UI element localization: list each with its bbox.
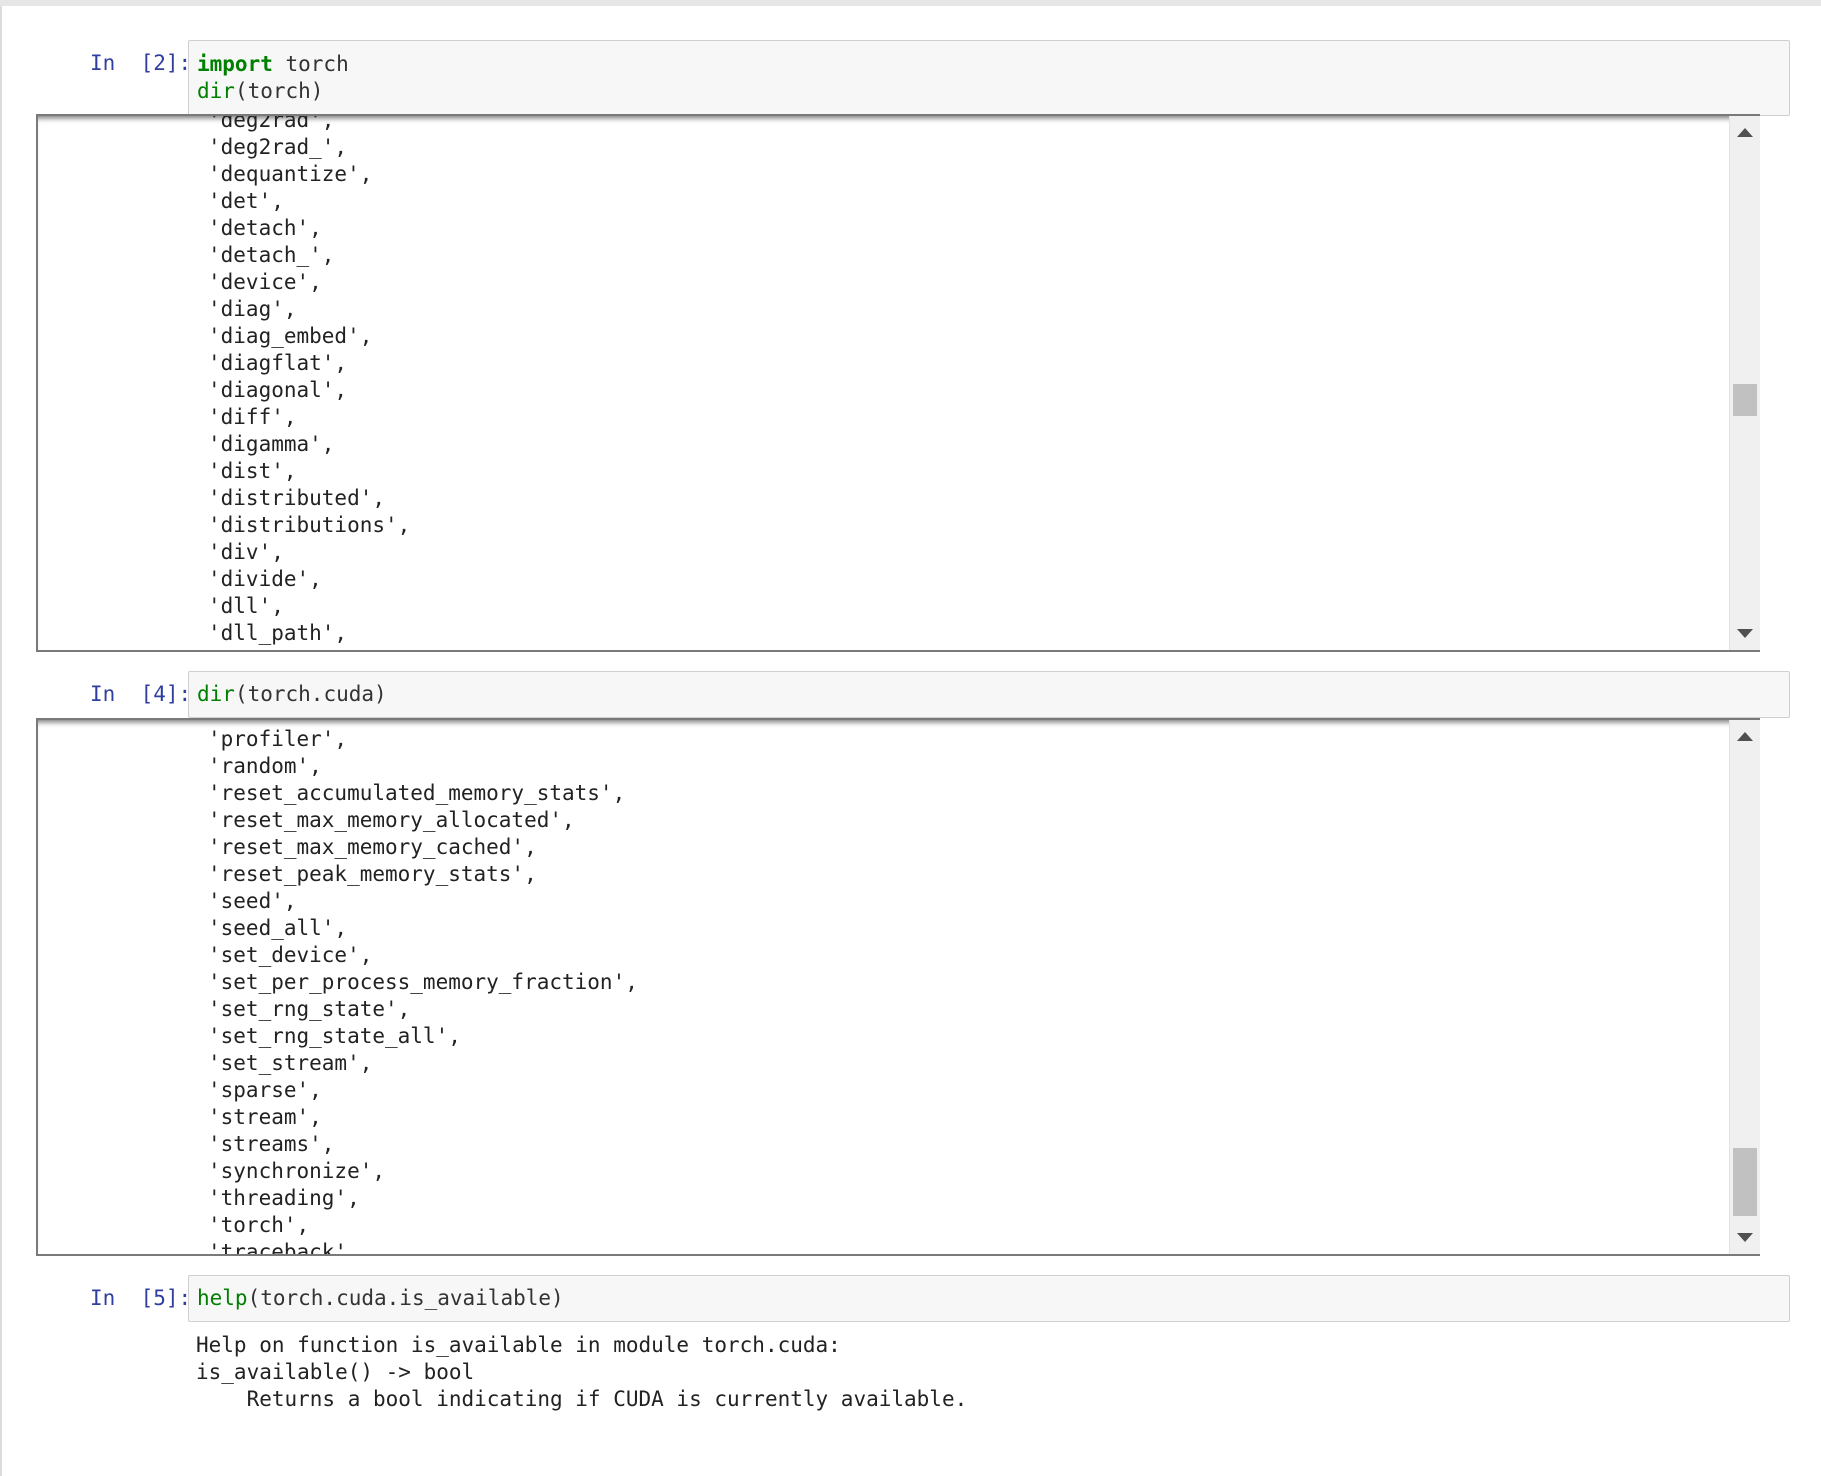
output-line: 'streams',: [208, 1132, 335, 1156]
code-input[interactable]: dir(torch.cuda): [188, 671, 1790, 718]
input-prompt: In [2]:: [90, 51, 192, 75]
output-line: 'stream',: [208, 1105, 322, 1129]
output-line: 'divide',: [208, 567, 322, 591]
vertical-scrollbar[interactable]: [1729, 720, 1760, 1254]
output-line: 'set_per_process_memory_fraction',: [208, 970, 638, 994]
output-line: 'deg2rad_',: [208, 135, 348, 159]
code-line: dir(torch): [197, 78, 1781, 105]
output-line: 'torch',: [208, 1213, 310, 1237]
output-line: 'reset_accumulated_memory_stats',: [208, 781, 626, 805]
output-scroll-area[interactable]: 'profiler', 'random', 'reset_accumulated_m…: [36, 718, 1760, 1256]
output-scroll-area[interactable]: 'deg2rad', 'deg2rad_', 'dequantize', 'det',…: [36, 114, 1760, 652]
output-line: 'diag_embed',: [208, 324, 373, 348]
output-line: 'random',: [208, 754, 322, 778]
code-token: torch: [272, 52, 349, 76]
output-list: 'deg2rad', 'deg2rad_', 'dequantize', 'det',…: [208, 114, 411, 647]
scrollbar-thumb[interactable]: [1733, 1148, 1757, 1216]
output-line: 'distributions',: [208, 513, 411, 537]
input-prompt: In [4]:: [90, 682, 192, 706]
code-input[interactable]: import torch dir(torch): [188, 40, 1790, 116]
output-line: 'distributed',: [208, 486, 386, 510]
scroll-down-arrow-icon[interactable]: [1737, 629, 1753, 638]
output-line: 'reset_peak_memory_stats',: [208, 862, 537, 886]
output-line: 'detach_',: [208, 243, 335, 267]
output-line: 'dequantize',: [208, 162, 373, 186]
output-line: 'digamma',: [208, 432, 335, 456]
output-line: 'threading',: [208, 1186, 360, 1210]
notebook-top-border: [0, 0, 1821, 6]
output-list: 'profiler', 'random', 'reset_accumulated_m…: [208, 726, 638, 1256]
output-line: 'set_device',: [208, 943, 373, 967]
output-line: 'dist',: [208, 459, 297, 483]
output-line: 'set_rng_state_all',: [208, 1024, 461, 1048]
output-line: 'set_rng_state',: [208, 997, 411, 1021]
vertical-scrollbar[interactable]: [1729, 116, 1760, 650]
code-line: help(torch.cuda.is_available): [197, 1285, 1781, 1312]
keyword-token: import: [197, 52, 273, 76]
scroll-down-arrow-icon[interactable]: [1737, 1233, 1753, 1242]
output-line: 'dll_path',: [208, 621, 348, 645]
output-line: 'seed',: [208, 889, 297, 913]
notebook-left-border: [0, 6, 2, 1476]
code-line: dir(torch.cuda): [197, 681, 1781, 708]
output-line: 'synchronize',: [208, 1159, 386, 1183]
output-line: 'reset_max_memory_cached',: [208, 835, 537, 859]
output-line: 'dll',: [208, 594, 284, 618]
output-line: 'traceback',: [208, 1240, 360, 1256]
code-line: import torch: [197, 51, 1781, 78]
output-line: 'det',: [208, 189, 284, 213]
builtin-token: help: [197, 1286, 248, 1310]
output-line: Returns a bool indicating if CUDA is cur…: [196, 1387, 968, 1411]
output-line: 'seed_all',: [208, 916, 348, 940]
output-line: 'diff',: [208, 405, 297, 429]
output-line: 'device',: [208, 270, 322, 294]
output-line: 'profiler',: [208, 727, 348, 751]
output-line: 'diag',: [208, 297, 297, 321]
builtin-token: dir: [197, 79, 235, 103]
output-line: 'set_stream',: [208, 1051, 373, 1075]
output-line: 'div',: [208, 540, 284, 564]
output-line: 'diagonal',: [208, 378, 348, 402]
output-line: 'detach',: [208, 216, 322, 240]
output-line: Help on function is_available in module …: [196, 1333, 841, 1357]
code-token: (torch.cuda): [234, 682, 387, 706]
output-line: is_available() -> bool: [196, 1360, 475, 1384]
output-line: 'sparse',: [208, 1078, 322, 1102]
output-line: 'deg2rad',: [208, 114, 335, 132]
input-prompt: In [5]:: [90, 1286, 192, 1310]
scrollbar-thumb[interactable]: [1733, 384, 1757, 416]
output-line: 'reset_max_memory_allocated',: [208, 808, 575, 832]
builtin-token: dir: [197, 682, 235, 706]
code-input[interactable]: help(torch.cuda.is_available): [188, 1275, 1790, 1322]
scroll-up-arrow-icon[interactable]: [1737, 732, 1753, 741]
help-output: Help on function is_available in module …: [196, 1332, 967, 1413]
output-line: 'diagflat',: [208, 351, 348, 375]
scroll-up-arrow-icon[interactable]: [1737, 128, 1753, 137]
code-token: (torch.cuda.is_available): [247, 1286, 564, 1310]
code-token: (torch): [234, 79, 324, 103]
